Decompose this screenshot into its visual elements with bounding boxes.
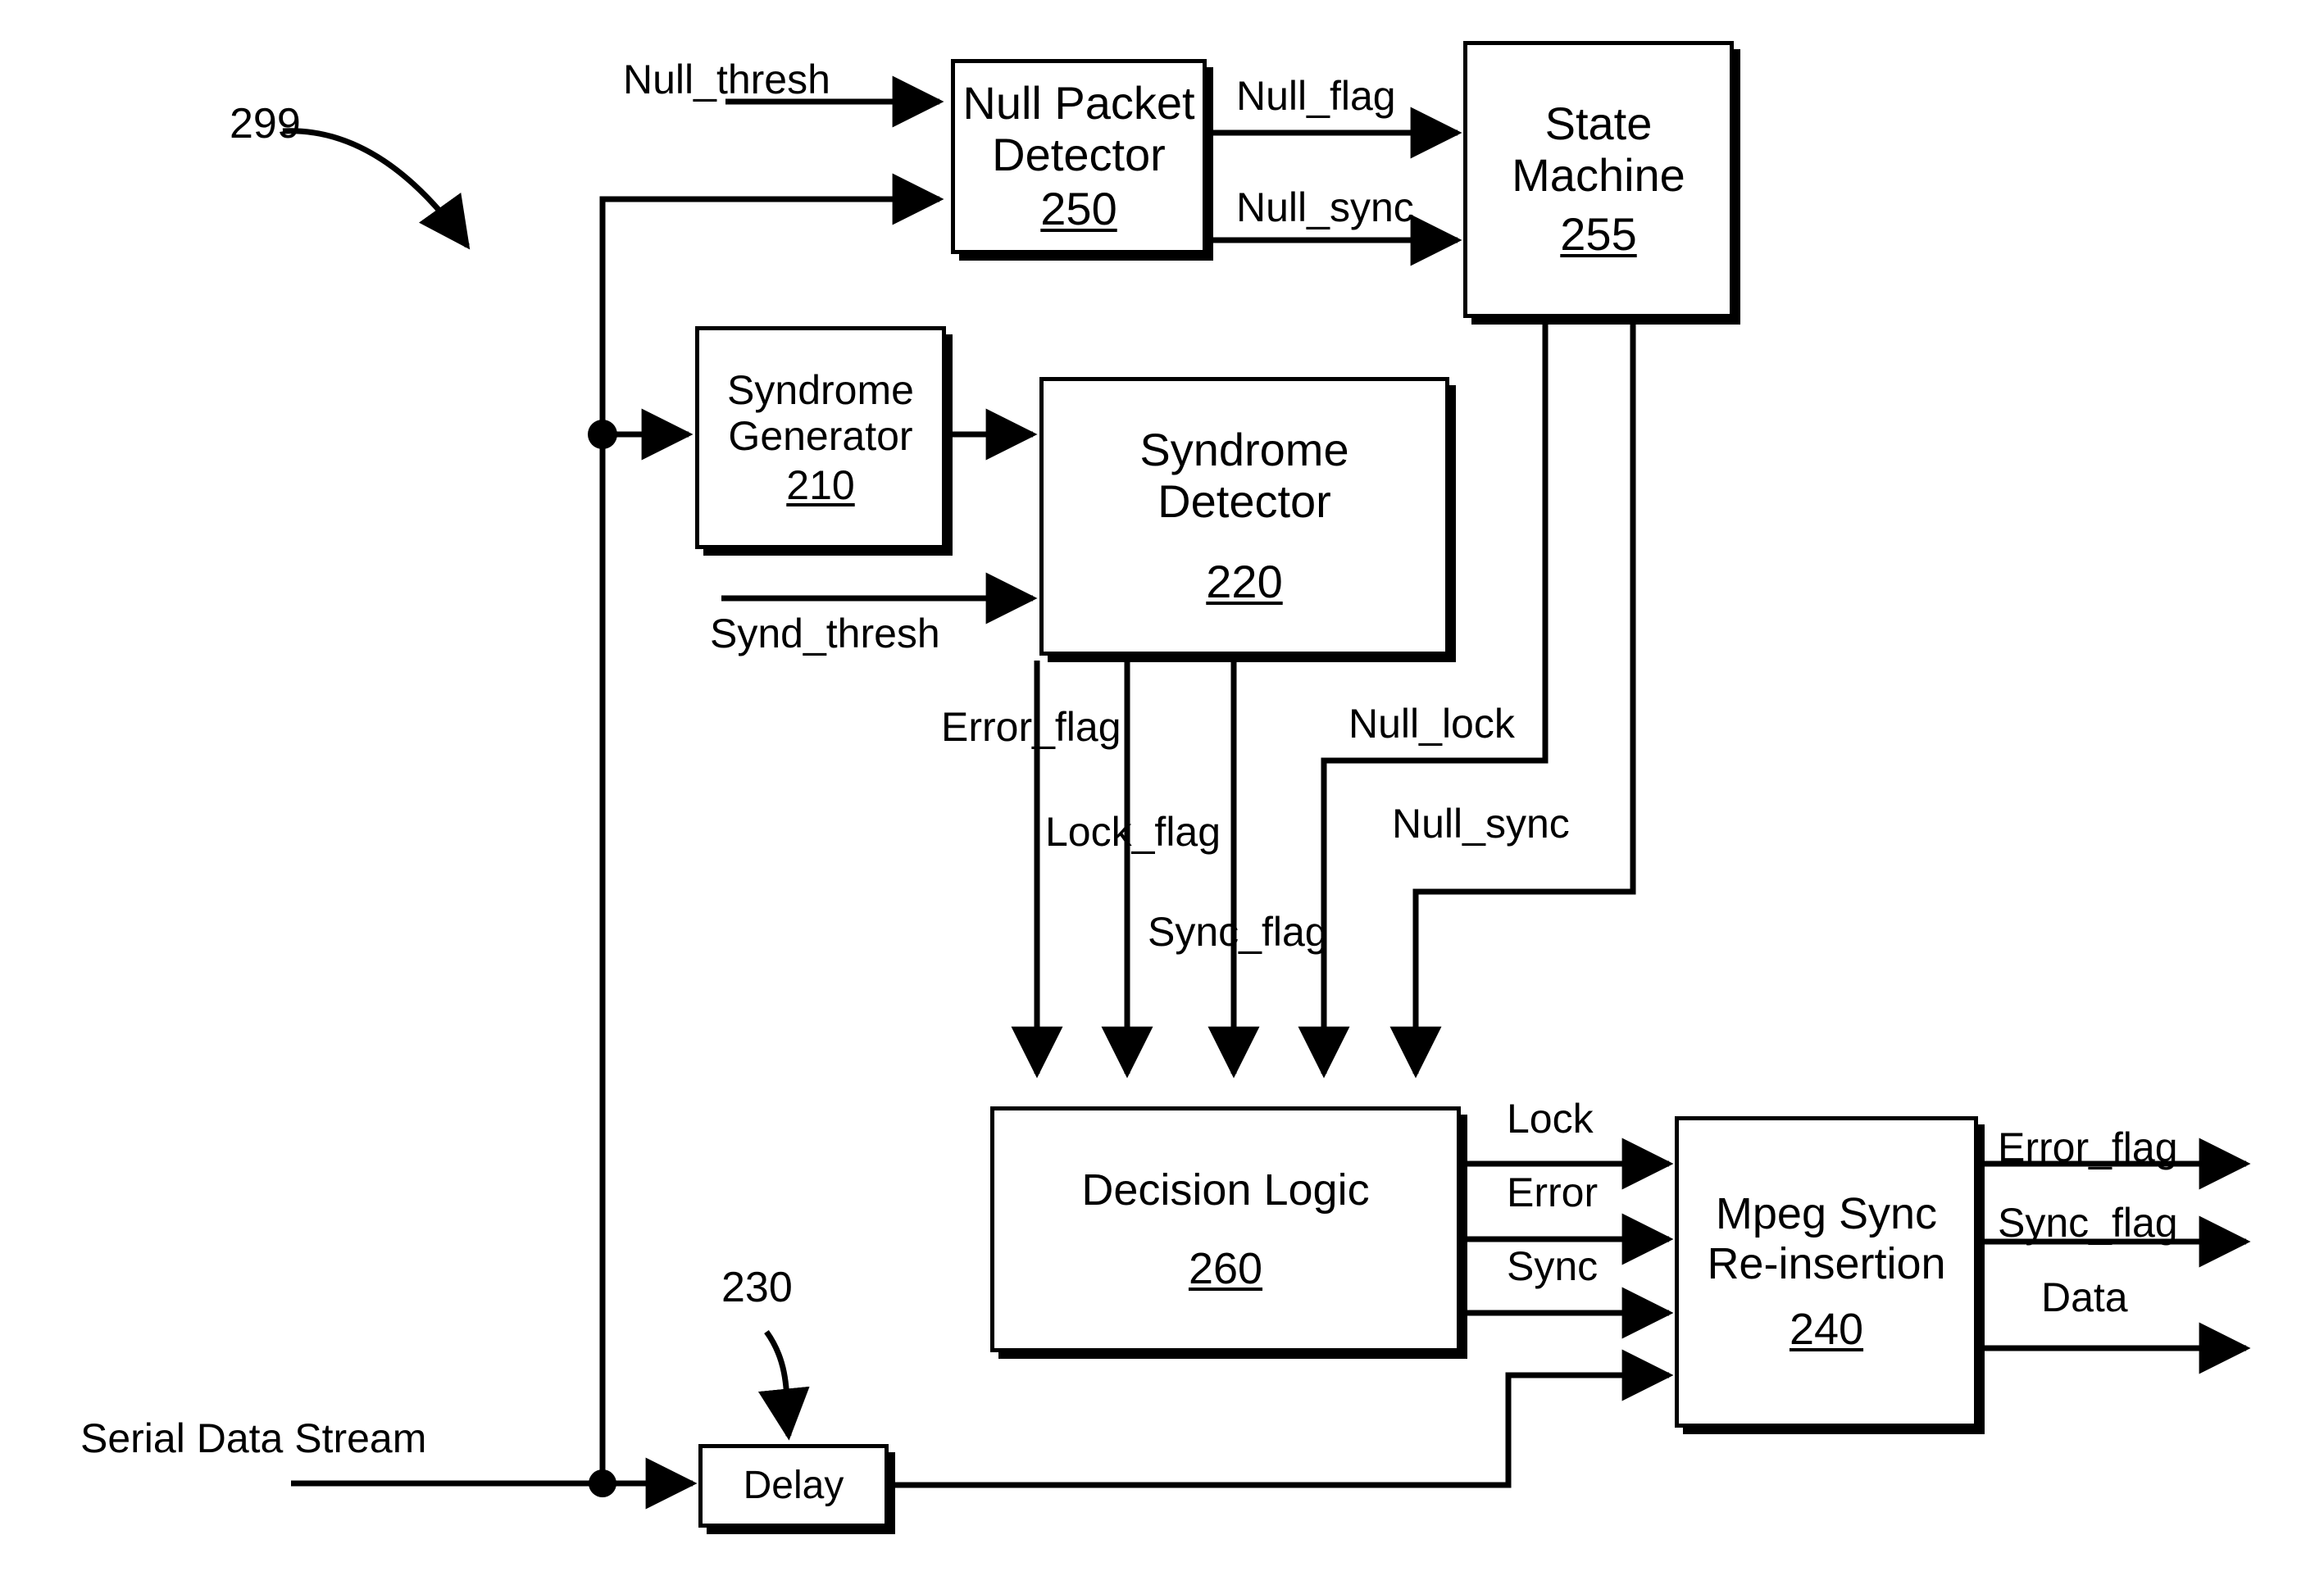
label-error: Error bbox=[1507, 1169, 1599, 1215]
block-null-packet-detector[interactable]: Null Packet Detector 250 bbox=[951, 59, 1207, 254]
label-synd-thresh: Synd_thresh bbox=[710, 611, 940, 656]
block-title: Mpeg Sync Re-insertion bbox=[1707, 1189, 1946, 1288]
block-title: Null Packet Detector bbox=[962, 76, 1195, 180]
block-number: 210 bbox=[786, 462, 855, 508]
label-sync-flag: Sync_flag bbox=[1148, 909, 1328, 955]
label-sync-flag-out: Sync_flag bbox=[1998, 1200, 2178, 1246]
label-error-flag-mid: Error_flag bbox=[941, 704, 1121, 750]
block-title: State Machine bbox=[1512, 97, 1685, 201]
leader-299 bbox=[282, 128, 471, 250]
label-null-sync-top: Null_sync bbox=[1236, 184, 1414, 230]
figure-canvas: Null Packet Detector 250 State Machine 2… bbox=[0, 0, 2324, 1585]
label-serial-data-stream: Serial Data Stream bbox=[80, 1415, 427, 1461]
reference-numeral-299: 299 bbox=[230, 100, 301, 148]
label-null-lock: Null_lock bbox=[1348, 701, 1515, 747]
block-number: 250 bbox=[1040, 183, 1117, 235]
block-decision-logic[interactable]: Decision Logic 260 bbox=[990, 1106, 1461, 1352]
junction-dot-syndrome-branch bbox=[588, 420, 617, 449]
label-sync: Sync bbox=[1507, 1243, 1599, 1289]
label-error-flag-out: Error_flag bbox=[1998, 1124, 2178, 1170]
block-title: Delay bbox=[743, 1464, 844, 1508]
label-lock-flag: Lock_flag bbox=[1045, 809, 1221, 855]
label-null-flag: Null_flag bbox=[1236, 73, 1396, 119]
label-null-sync-mid: Null_sync bbox=[1392, 801, 1570, 847]
reference-numeral-230: 230 bbox=[721, 1264, 793, 1311]
block-number: 220 bbox=[1206, 556, 1283, 608]
block-number: 255 bbox=[1560, 208, 1637, 261]
block-mpeg-sync-reinsertion[interactable]: Mpeg Sync Re-insertion 240 bbox=[1675, 1116, 1978, 1428]
leader-230 bbox=[757, 1329, 810, 1441]
block-state-machine[interactable]: State Machine 255 bbox=[1463, 41, 1734, 318]
block-number: 260 bbox=[1188, 1244, 1263, 1293]
label-null-thresh: Null_thresh bbox=[623, 57, 830, 102]
block-number: 240 bbox=[1789, 1305, 1864, 1355]
block-title: Syndrome Detector bbox=[1139, 423, 1349, 527]
block-delay[interactable]: Delay bbox=[698, 1444, 889, 1528]
block-syndrome-generator[interactable]: Syndrome Generator 210 bbox=[695, 326, 946, 549]
block-syndrome-detector[interactable]: Syndrome Detector 220 bbox=[1039, 377, 1449, 656]
label-lock: Lock bbox=[1507, 1096, 1594, 1142]
wire-delay-to-mpeg bbox=[895, 1349, 1674, 1488]
label-data-out: Data bbox=[2041, 1274, 2128, 1320]
block-title: Syndrome Generator bbox=[727, 367, 914, 459]
block-title: Decision Logic bbox=[1081, 1165, 1370, 1215]
